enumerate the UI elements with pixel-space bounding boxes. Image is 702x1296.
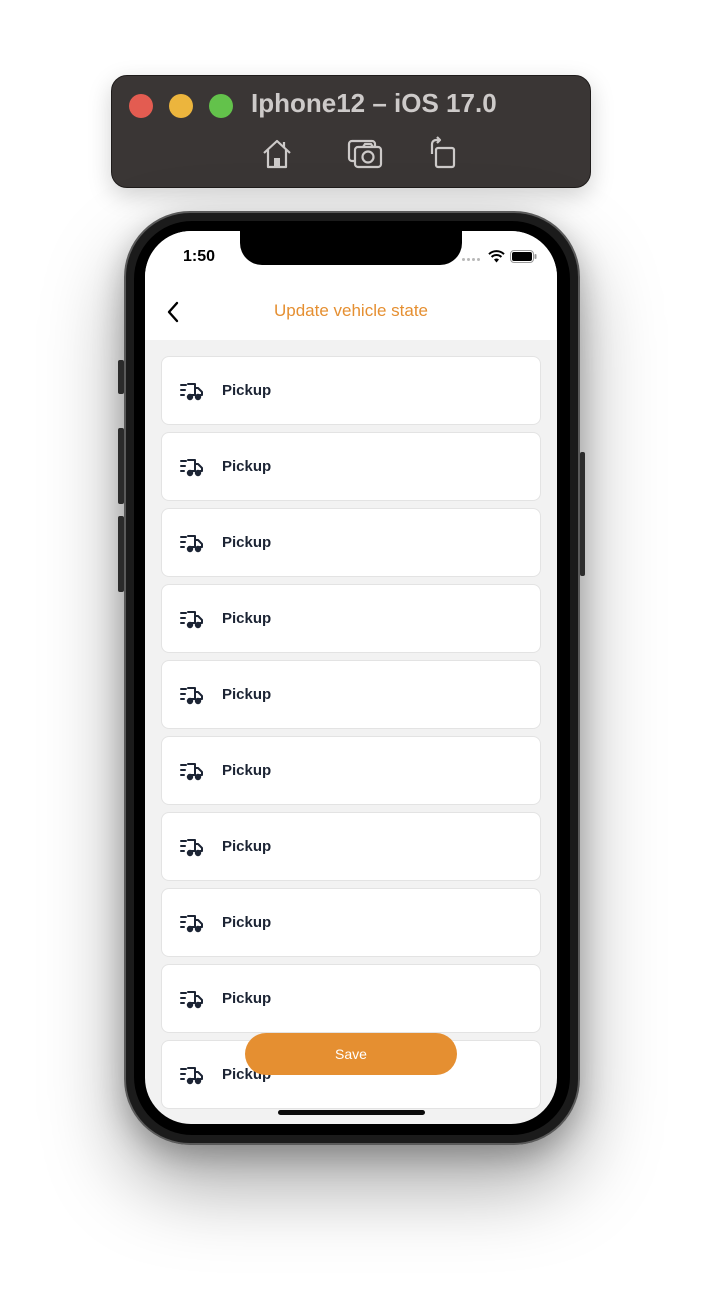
home-icon[interactable] bbox=[259, 136, 295, 172]
rotate-icon[interactable] bbox=[426, 136, 462, 172]
list-item-label: Pickup bbox=[222, 610, 272, 627]
vehicle-state-list: Pickup Pickup Pickup Pickup Pickup Picku… bbox=[161, 356, 541, 1116]
delivery-truck-icon bbox=[180, 609, 206, 629]
list-item-label: Pickup bbox=[222, 382, 272, 399]
battery-icon bbox=[510, 250, 537, 268]
close-window-button[interactable] bbox=[129, 94, 153, 118]
notch bbox=[240, 231, 462, 265]
zoom-window-button[interactable] bbox=[209, 94, 233, 118]
delivery-truck-icon bbox=[180, 457, 206, 477]
list-item-4[interactable]: Pickup bbox=[161, 584, 541, 653]
list-item-6[interactable]: Pickup bbox=[161, 736, 541, 805]
list-item-label: Pickup bbox=[222, 838, 272, 855]
list-item-5[interactable]: Pickup bbox=[161, 660, 541, 729]
list-item-label: Pickup bbox=[222, 686, 272, 703]
wifi-icon bbox=[488, 250, 505, 268]
list-item-label: Pickup bbox=[222, 534, 272, 551]
list-item-1[interactable]: Pickup bbox=[161, 356, 541, 425]
page-title: Update vehicle state bbox=[273, 301, 429, 320]
list-item-label: Pickup bbox=[222, 990, 272, 1007]
delivery-truck-icon bbox=[180, 533, 206, 553]
delivery-truck-icon bbox=[180, 1065, 206, 1085]
delivery-truck-icon bbox=[180, 761, 206, 781]
list-item-8[interactable]: Pickup bbox=[161, 888, 541, 957]
phone-screen: 1:50 Update vehicle state Pickup Pickup … bbox=[145, 231, 557, 1124]
save-button[interactable]: Save bbox=[245, 1033, 457, 1075]
screenshot-icon[interactable] bbox=[347, 136, 383, 172]
status-icons bbox=[462, 250, 537, 268]
simulator-title: Iphone12 – iOS 17.0 bbox=[251, 88, 497, 118]
delivery-truck-icon bbox=[180, 913, 206, 933]
list-item-3[interactable]: Pickup bbox=[161, 508, 541, 577]
status-time: 1:50 bbox=[183, 248, 216, 265]
power-button bbox=[580, 452, 585, 576]
list-item-7[interactable]: Pickup bbox=[161, 812, 541, 881]
delivery-truck-icon bbox=[180, 989, 206, 1009]
delivery-truck-icon bbox=[180, 381, 206, 401]
list-item-2[interactable]: Pickup bbox=[161, 432, 541, 501]
list-item-9[interactable]: Pickup bbox=[161, 964, 541, 1033]
list-item-label: Pickup bbox=[222, 458, 272, 475]
list-item-label: Pickup bbox=[222, 762, 272, 779]
signal-dots bbox=[462, 257, 480, 261]
home-indicator[interactable] bbox=[278, 1110, 425, 1115]
delivery-truck-icon bbox=[180, 837, 206, 857]
navigation-bar: Update vehicle state bbox=[145, 291, 557, 340]
simulator-toolbar: Iphone12 – iOS 17.0 bbox=[111, 75, 591, 188]
minimize-window-button[interactable] bbox=[169, 94, 193, 118]
delivery-truck-icon bbox=[180, 685, 206, 705]
list-item-label: Pickup bbox=[222, 914, 272, 931]
